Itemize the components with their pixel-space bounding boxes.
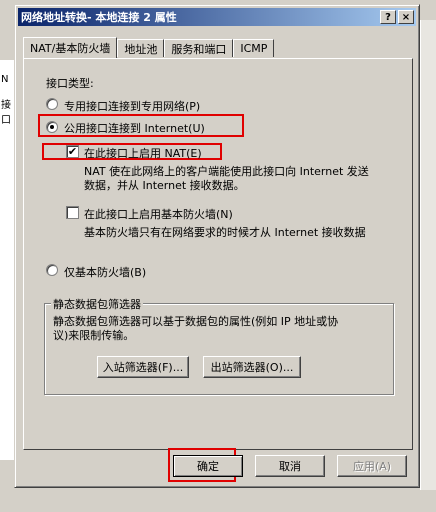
private-interface-radio[interactable] [46,98,58,110]
enable-firewall-label[interactable]: 在此接口上启用基本防火墙(N) [84,206,233,222]
enable-firewall-checkbox[interactable] [66,206,79,219]
public-interface-label[interactable]: 公用接口连接到 Internet(U) [64,120,205,136]
basic-firewall-label[interactable]: 仅基本防火墙(B) [64,264,146,280]
tab-address-pool[interactable]: 地址池 [117,39,165,57]
enable-nat-label[interactable]: 在此接口上启用 NAT(E) [84,145,202,161]
tab-icmp[interactable]: ICMP [233,39,275,57]
help-button[interactable]: ? [380,10,396,24]
enable-nat-checkbox[interactable]: ✔ [66,145,79,158]
tab-strip: NAT/基本防火墙 地址池 服务和端口 ICMP [23,37,275,59]
outbound-filters-button[interactable]: 出站筛选器(O)... [203,356,301,378]
nat-description-line: 数据，并从 Internet 接收数据。 [84,179,245,192]
firewall-description: 基本防火墙只有在网络要求的时候才从 Internet 接收数据 [84,226,366,239]
packet-filters-description: 静态数据包筛选器可以基于数据包的属性(例如 IP 地址或协 [53,315,339,328]
properties-dialog: 网络地址转换- 本地连接 2 属性 ? × NAT/基本防火墙 地址池 服务和端… [14,4,420,488]
packet-filters-group: 静态数据包筛选器 静态数据包筛选器可以基于数据包的属性(例如 IP 地址或协 议… [44,296,394,395]
packet-filters-title: 静态数据包筛选器 [51,296,143,312]
basic-firewall-radio[interactable] [46,264,58,276]
tab-services-ports[interactable]: 服务和端口 [164,39,234,57]
inbound-filters-button[interactable]: 入站筛选器(F)... [97,356,189,378]
cancel-button[interactable]: 取消 [255,455,325,477]
nat-description-line: NAT 使在此网络上的客户端能使用此接口向 Internet 发送 [84,165,369,178]
ok-button[interactable]: 确定 [173,455,243,477]
tab-nat-firewall[interactable]: NAT/基本防火墙 [23,37,118,58]
interface-type-label: 接口类型: [46,77,94,90]
close-button[interactable]: × [398,10,414,24]
window-title: 网络地址转换- 本地连接 2 属性 [21,11,177,24]
title-bar[interactable]: 网络地址转换- 本地连接 2 属性 ? × [18,8,416,26]
background-label: N [1,74,9,85]
public-interface-radio[interactable] [46,121,58,133]
tab-panel: 接口类型: 专用接口连接到专用网络(P) 公用接口连接到 Internet(U)… [23,58,413,450]
background-scrollbar[interactable] [420,20,436,490]
packet-filters-description: 议)来限制传输。 [53,329,135,342]
apply-button[interactable]: 应用(A) [337,455,407,477]
private-interface-label[interactable]: 专用接口连接到专用网络(P) [64,98,200,114]
background-label: 接口 [1,100,11,126]
